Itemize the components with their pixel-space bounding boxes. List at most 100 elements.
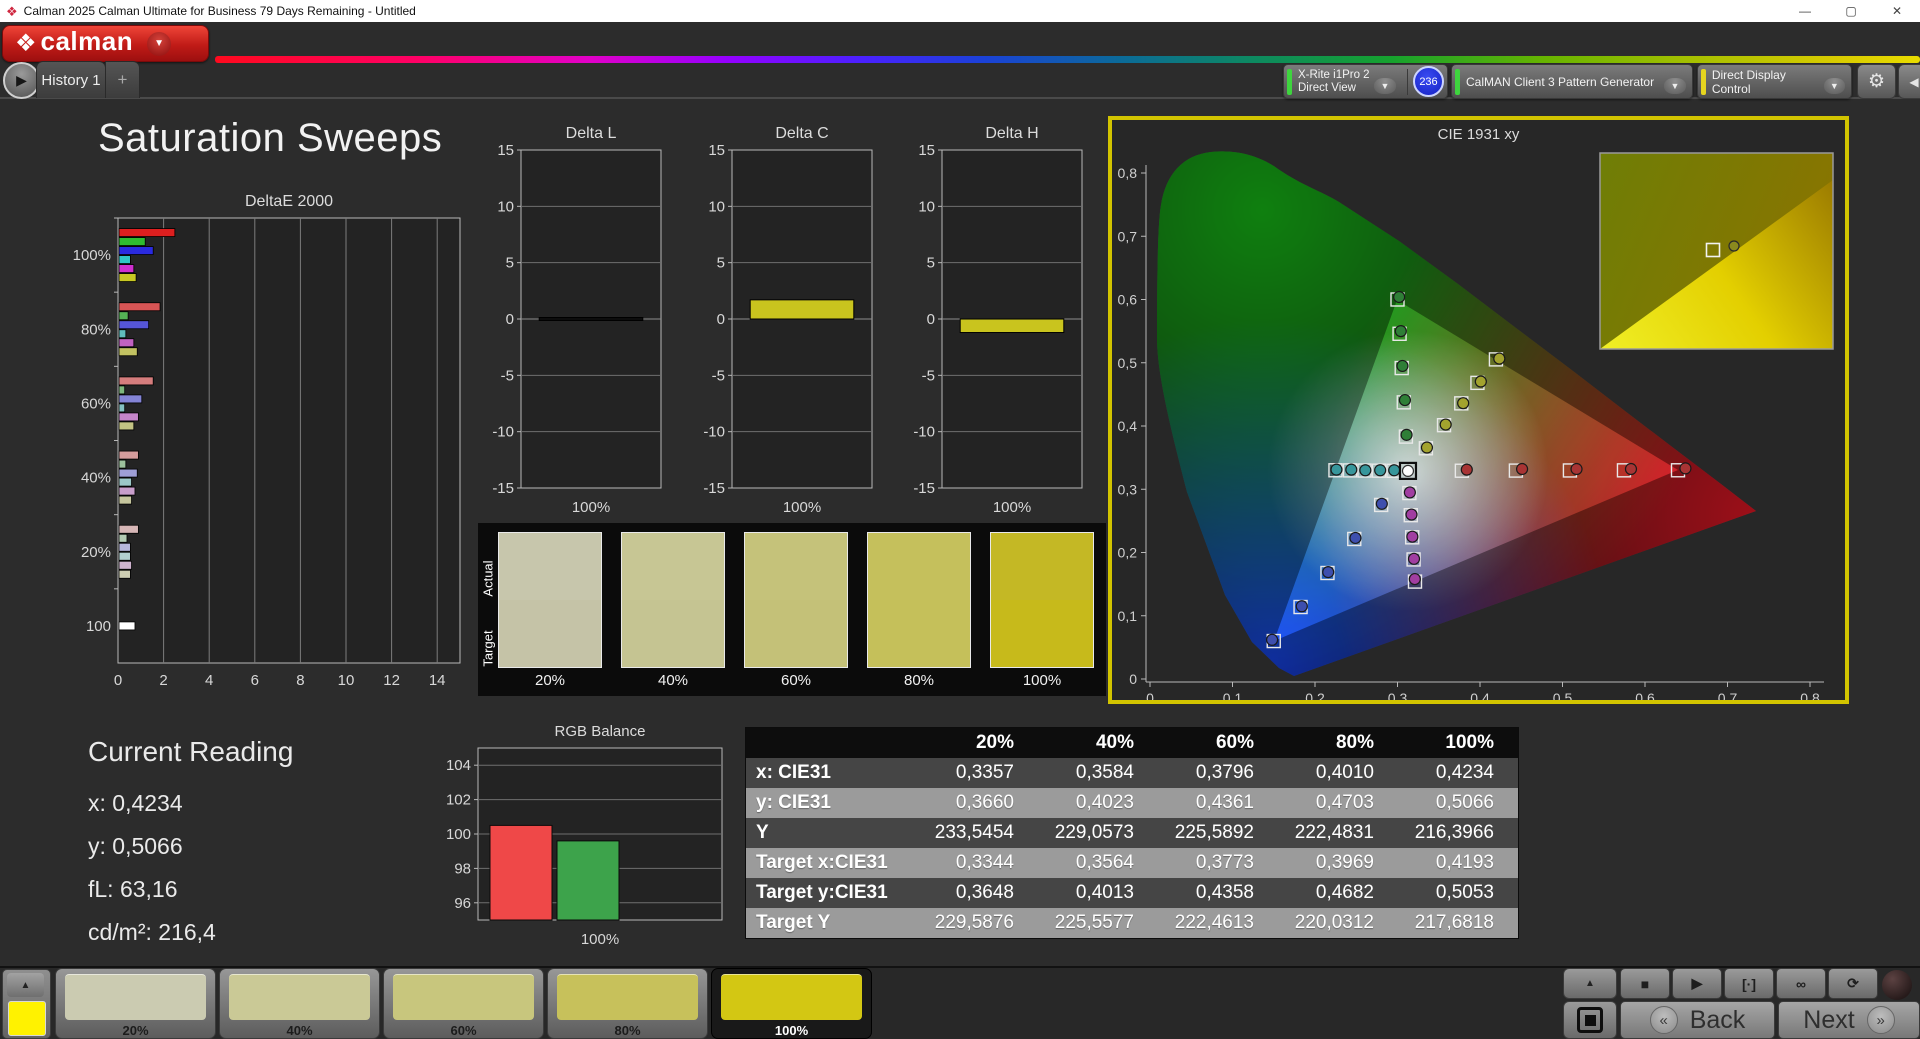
strip-swatch-label: 100% (1022, 672, 1062, 689)
pattern-window-button[interactable] (1563, 1001, 1617, 1039)
svg-text:15: 15 (497, 142, 514, 159)
calman-logo-text: calman (40, 26, 134, 56)
tab-history-1[interactable]: History 1 (36, 61, 106, 98)
deltae-2000-chart: DeltaE 2000 0 2 4 6 8 10 12 14 100% 80% 60% 40% 20% 10… (73, 193, 461, 689)
svg-text:0,5: 0,5 (1553, 690, 1573, 700)
svg-text:14: 14 (429, 672, 446, 689)
calman-logo-icon: ❖ (15, 29, 37, 57)
table-header-row: 20% 40% 60% 80% 100% (746, 728, 1518, 758)
layout-nav-button[interactable]: ▶ (3, 62, 40, 99)
patch-button-100%[interactable]: 100% (711, 968, 872, 1039)
back-arrows-icon: « (1649, 1006, 1678, 1034)
svg-text:0,7: 0,7 (1118, 228, 1138, 244)
column-header (746, 728, 918, 758)
svg-text:-10: -10 (492, 424, 514, 441)
patch-indicator-panel: ▲ (2, 969, 51, 1039)
strip-swatch-label: 40% (657, 672, 689, 689)
table-cell: 0,3584 (1075, 762, 1134, 783)
table-cell: 0,4010 (1315, 762, 1374, 783)
back-label: Back (1689, 1005, 1746, 1034)
table-cell: 225,5577 (1054, 912, 1134, 933)
svg-text:0,6: 0,6 (1118, 292, 1138, 308)
calman-menu-button[interactable]: ❖ calman ▼ (2, 25, 209, 62)
meter-dropdown[interactable]: X-Rite i1Pro 2 Direct View ▼ 236 (1283, 64, 1448, 99)
reading-y: y: 0,5066 (88, 833, 183, 859)
svg-text:0,2: 0,2 (1305, 690, 1325, 700)
chevron-up-icon: ▲ (20, 979, 31, 991)
svg-text:-10: -10 (913, 424, 935, 441)
expand-transport-button[interactable]: ▲ (1563, 968, 1617, 999)
minimize-button[interactable]: — (1782, 0, 1828, 22)
back-button[interactable]: « Back (1620, 1001, 1775, 1039)
strip-swatch-label: 80% (903, 672, 935, 689)
meter-count-badge[interactable]: 236 (1413, 66, 1444, 97)
svg-text:-5: -5 (922, 367, 935, 384)
svg-text:0: 0 (1129, 671, 1137, 687)
table-cell: 0,4682 (1315, 882, 1374, 903)
svg-text:100%: 100% (783, 499, 821, 516)
svg-text:4: 4 (205, 672, 213, 689)
actual-target-strip: Actual Target 20% 40% 60% 80% 100% (478, 523, 1106, 696)
maximize-button[interactable]: ▢ (1828, 0, 1874, 22)
stop-button[interactable]: ■ (1620, 968, 1670, 999)
patch-button-20%[interactable]: 20% (55, 968, 216, 1039)
svg-text:10: 10 (338, 672, 355, 689)
svg-text:8: 8 (296, 672, 304, 689)
record-indicator (1882, 970, 1912, 1000)
table-cell: 0,4703 (1315, 792, 1374, 813)
display-control-dropdown[interactable]: Direct Display Control ▼ (1697, 64, 1852, 99)
gear-icon: ⚙ (1867, 71, 1886, 92)
column-header: 60% (1215, 732, 1254, 753)
expand-patch-panel-button[interactable]: ▲ (7, 973, 44, 997)
row-label: Target x:CIE31 (756, 852, 888, 873)
window-pattern-icon (1577, 1007, 1603, 1033)
row-label: Target y:CIE31 (756, 882, 888, 903)
table-cell: 0,4193 (1435, 852, 1494, 873)
continuous-button[interactable]: ∞ (1776, 968, 1826, 999)
row-label: Target Y (756, 912, 831, 933)
rgb-balance-chart: RGB Balance 104 102 100 98 96 100% (446, 723, 723, 948)
tab-label: History 1 (41, 71, 101, 89)
app-window: ❖ Calman 2025 Calman Ultimate for Busine… (0, 0, 1920, 1039)
table-cell: 222,4613 (1174, 912, 1254, 933)
patch-button-40%[interactable]: 40% (219, 968, 380, 1039)
add-tab-button[interactable]: + (105, 61, 140, 98)
svg-text:Delta C: Delta C (775, 125, 828, 142)
settings-button[interactable]: ⚙ (1857, 64, 1896, 99)
close-button[interactable]: ✕ (1874, 0, 1920, 22)
stop-icon: ■ (1640, 975, 1650, 992)
svg-text:102: 102 (446, 792, 471, 809)
row-label: x: CIE31 (756, 762, 831, 783)
svg-text:0,1: 0,1 (1118, 608, 1138, 624)
table-cell: 0,4358 (1195, 882, 1254, 903)
column-header: 100% (1445, 732, 1494, 753)
patch-button-60%[interactable]: 60% (383, 968, 544, 1039)
delta-c-chart: Delta C 15 10 5 0 -5 -10 -15 100% (703, 125, 873, 516)
current-reading: Current Reading x: 0,4234 y: 0,5066 fL: … (88, 736, 293, 954)
loop-button[interactable]: ⟳ (1828, 968, 1878, 999)
play-button[interactable]: ▶ (1672, 968, 1722, 999)
table-cell: 0,3796 (1195, 762, 1254, 783)
svg-text:104: 104 (446, 757, 471, 774)
window-title: Calman 2025 Calman Ultimate for Business… (23, 4, 416, 18)
results-table: 20% 40% 60% 80% 100% x: CIE31 0,3357 0,3584 0,37… (745, 727, 1519, 939)
svg-text:0,6: 0,6 (1635, 690, 1655, 700)
rainbow-divider (215, 56, 1920, 63)
column-header: 20% (975, 732, 1014, 753)
cie-1931-panel: CIE 1931 xy 0 0,1 0,2 0,3 0,4 0,5 0,6 0,… (1108, 116, 1849, 706)
svg-text:100%: 100% (572, 499, 610, 516)
single-measure-button[interactable]: [·] (1724, 968, 1774, 999)
next-button[interactable]: Next » (1778, 1001, 1920, 1039)
delta-l-chart: Delta L 15 10 5 0 -5 -10 -15 100% (492, 125, 662, 516)
svg-text:10: 10 (708, 198, 725, 215)
table-cell: 233,5454 (934, 822, 1014, 843)
svg-text:0,4: 0,4 (1470, 690, 1490, 700)
collapse-panel-button[interactable]: ◀ (1898, 64, 1920, 99)
pattern-source-dropdown[interactable]: CalMAN Client 3 Pattern Generator ▼ (1451, 64, 1693, 99)
patch-button-80%[interactable]: 80% (547, 968, 708, 1039)
table-cell: 0,5053 (1435, 882, 1494, 903)
table-cell: 0,3660 (955, 792, 1014, 813)
reading-cdm2: cd/m²: 216,4 (88, 919, 216, 945)
svg-text:0,1: 0,1 (1223, 690, 1243, 700)
svg-text:0,5: 0,5 (1118, 355, 1138, 371)
